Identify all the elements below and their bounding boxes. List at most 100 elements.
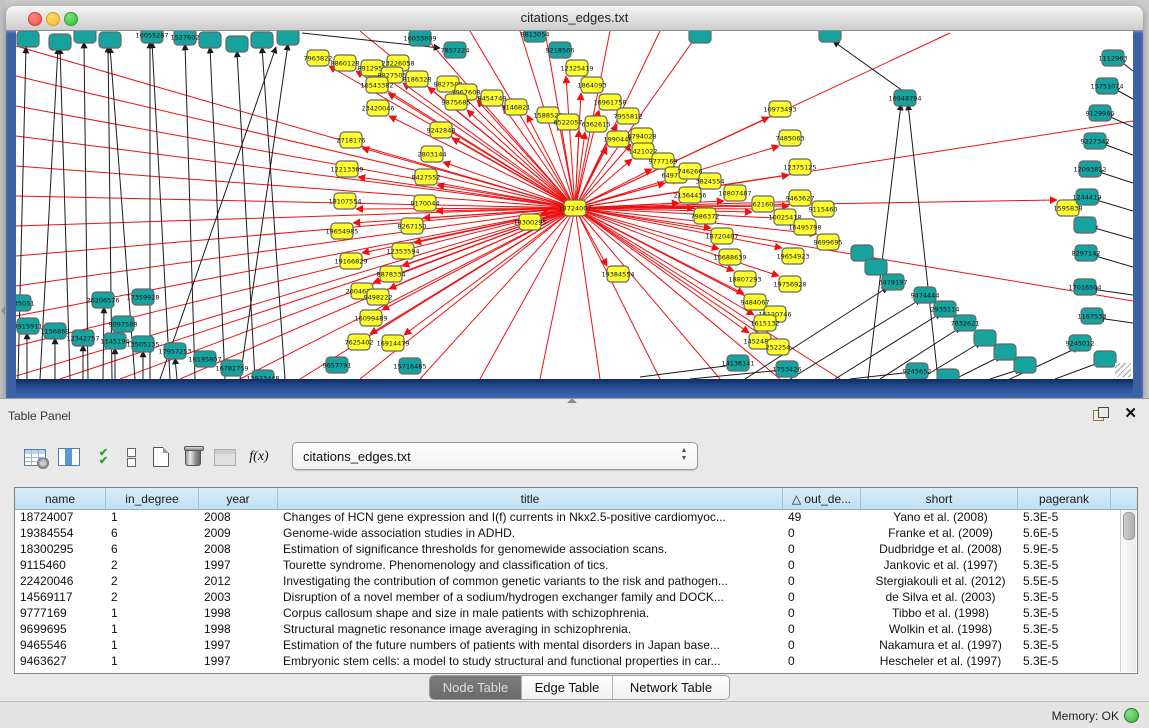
graph-node[interactable]: 12325419 <box>560 60 593 76</box>
graph-node[interactable]: 12213369 <box>330 161 363 177</box>
graph-node[interactable]: 7832621 <box>951 315 980 331</box>
graph-node[interactable] <box>17 31 39 47</box>
tab-edge-table[interactable]: Edge Table <box>522 676 613 699</box>
graph-node[interactable]: 9474444 <box>911 287 940 303</box>
graph-node[interactable]: 2803144 <box>418 146 447 162</box>
graph-node[interactable]: 8135051 <box>16 295 34 311</box>
graph-node[interactable]: 9170044 <box>411 195 440 211</box>
graph-node[interactable]: 10973493 <box>763 101 796 117</box>
graph-node[interactable]: 16948794 <box>888 90 921 106</box>
graph-node[interactable]: 6479197 <box>879 274 908 290</box>
graph-node[interactable]: 21364436 <box>673 187 706 203</box>
graph-node[interactable] <box>974 330 996 346</box>
graph-node[interactable]: 7625402 <box>345 334 374 350</box>
graph-node[interactable]: 19384554 <box>601 266 634 282</box>
graph-node[interactable]: 16099489 <box>354 310 387 326</box>
graph-node[interactable]: 6522057 <box>554 114 583 130</box>
graph-node[interactable]: 12923448 <box>246 370 279 379</box>
graph-node[interactable]: 6794028 <box>628 128 657 144</box>
graph-node[interactable]: 7485063 <box>776 130 805 146</box>
function-builder-button[interactable]: f(x) <box>246 443 272 471</box>
column-header-in_degree[interactable]: in_degree <box>106 488 199 509</box>
graph-node[interactable]: 10807487 <box>718 185 751 201</box>
graph-node[interactable]: 23420046 <box>361 100 394 116</box>
graph-node[interactable]: 8297142 <box>1072 245 1101 261</box>
graph-node[interactable]: 62160 <box>752 196 774 212</box>
graph-node[interactable]: 8186328 <box>403 71 432 87</box>
graph-node[interactable]: 8267150 <box>398 218 427 234</box>
graph-node[interactable]: 9242848 <box>427 122 456 138</box>
graph-node[interactable]: 17359928 <box>126 289 159 305</box>
graph-node[interactable] <box>937 369 959 379</box>
graph-node[interactable]: 7955812 <box>614 108 643 124</box>
graph-node[interactable]: 17016504 <box>1068 279 1101 295</box>
graph-node[interactable]: 1156869 <box>41 323 70 339</box>
graph-node[interactable] <box>994 344 1016 360</box>
graph-node[interactable]: 9245652 <box>903 363 932 379</box>
column-header-name[interactable]: name <box>15 488 106 509</box>
graph-node[interactable] <box>226 36 248 52</box>
table-row[interactable]: 2242004622012Investigating the contribut… <box>15 573 1121 589</box>
graph-node[interactable]: 16914479 <box>376 335 409 351</box>
graph-node[interactable]: 3824554 <box>696 173 725 189</box>
graph-node[interactable]: 9097588 <box>109 316 138 332</box>
tab-network-table[interactable]: Network Table <box>613 676 729 699</box>
new-table-button[interactable] <box>148 443 174 471</box>
graph-node[interactable]: 18807293 <box>728 271 761 287</box>
graph-node[interactable] <box>199 32 221 48</box>
graph-node[interactable]: 9875685 <box>442 94 471 110</box>
graph-node[interactable]: 8878334 <box>377 266 406 282</box>
graph-node[interactable]: 9699695 <box>814 234 843 250</box>
graph-node[interactable]: 20206576 <box>86 292 119 308</box>
table-row[interactable]: 946554611997Estimation of the future num… <box>15 637 1121 653</box>
close-panel-icon[interactable]: ✕ <box>1124 404 1137 422</box>
graph-node[interactable]: 18107554 <box>328 193 361 209</box>
graph-node[interactable]: 1527602 <box>171 31 200 45</box>
graph-node[interactable]: 9129966 <box>1086 105 1115 121</box>
select-all-button[interactable]: ✔✔ <box>90 443 116 471</box>
graph-node[interactable]: 8427552 <box>412 169 441 185</box>
canvas-resize-grip[interactable] <box>1115 363 1131 377</box>
graph-node[interactable]: 7857224 <box>441 42 470 58</box>
column-header-out_degree[interactable]: △ out_de... <box>783 488 861 509</box>
table-settings-button[interactable] <box>22 443 48 471</box>
graph-node[interactable]: 1145194 <box>101 333 130 349</box>
graph-node[interactable] <box>251 32 273 48</box>
graph-node[interactable]: 1244419 <box>1073 189 1102 205</box>
graph-node[interactable]: 9463627 <box>786 190 815 206</box>
graph-node[interactable] <box>74 31 96 43</box>
graph-node[interactable]: 9115460 <box>809 201 838 217</box>
graph-node[interactable]: 1753426 <box>773 361 802 377</box>
graph-node[interactable]: 8860128 <box>331 55 360 71</box>
graph-node[interactable]: 12093822 <box>1073 161 1106 177</box>
graph-node[interactable]: 10055287 <box>135 31 168 43</box>
graph-node[interactable]: 1615132 <box>751 315 780 331</box>
graph-node[interactable] <box>1094 351 1116 367</box>
graph-node[interactable]: 8813054 <box>521 31 550 42</box>
unselect-all-button[interactable] <box>118 443 144 471</box>
graph-node[interactable]: 17957253 <box>158 343 191 359</box>
delete-table-button[interactable] <box>180 443 206 471</box>
table-row[interactable]: 1872400712008Changes of HCN gene express… <box>15 509 1121 525</box>
graph-node[interactable]: 7986372 <box>691 208 720 224</box>
graph-node[interactable]: 9218506 <box>546 42 575 58</box>
float-panel-icon[interactable] <box>1093 407 1109 421</box>
column-header-year[interactable]: year <box>199 488 278 509</box>
graph-node[interactable]: 9498222 <box>364 289 393 305</box>
graph-node[interactable]: 14136141 <box>721 355 754 371</box>
graph-node[interactable]: 13505135 <box>126 336 159 352</box>
table-row[interactable]: 969969511998Structural magnetic resonanc… <box>15 621 1121 637</box>
graph-node[interactable]: 9245012 <box>1066 335 1095 351</box>
graph-node[interactable]: 12375125 <box>783 159 816 175</box>
graph-node[interactable]: 6362615 <box>582 116 611 132</box>
table-row[interactable]: 946362711997Embryonic stem cells: a mode… <box>15 653 1121 669</box>
west-panel-expand-handle[interactable] <box>1 306 5 315</box>
table-row[interactable]: 1830029562008Estimation of significance … <box>15 541 1121 557</box>
graph-node[interactable] <box>865 259 887 275</box>
graph-node[interactable]: 9657791 <box>323 357 352 373</box>
show-columns-button[interactable] <box>56 443 82 471</box>
tab-node-table[interactable]: Node Table <box>430 676 522 699</box>
table-row[interactable]: 1938455462009Genome-wide association stu… <box>15 525 1121 541</box>
graph-node[interactable]: 9227342 <box>1081 133 1110 149</box>
graph-node[interactable] <box>277 31 299 45</box>
